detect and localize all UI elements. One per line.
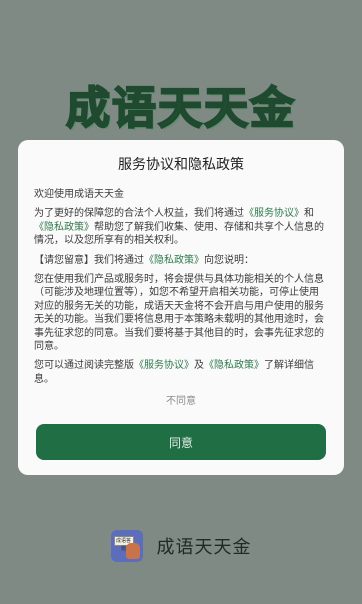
logo-character bbox=[125, 543, 140, 559]
intro-text-pre: 为了更好的保障您的合法个人权益，我们将通过 bbox=[34, 208, 244, 220]
intro-paragraph: 为了更好的保障您的合法个人权益，我们将通过《服务协议》和《隐私政策》帮助您了解我… bbox=[34, 207, 328, 247]
service-agreement-link-2[interactable]: 《服务协议》 bbox=[134, 360, 194, 371]
privacy-dialog: 服务协议和隐私政策 欢迎使用成语天天金 为了更好的保障您的合法个人权益，我们将通… bbox=[18, 140, 344, 475]
dialog-title: 服务协议和隐私政策 bbox=[118, 157, 244, 173]
agree-button[interactable]: 同意 bbox=[36, 424, 326, 460]
privacy-policy-link[interactable]: 《隐私政策》 bbox=[34, 222, 94, 233]
detail-paragraph: 您在使用我们产品或服务时，将会提供与具体功能相关的个人信息（可能涉及地理位置等）… bbox=[34, 274, 324, 353]
notice-paragraph: 【请您留意】我们将通过《隐私政策》向您说明： bbox=[34, 254, 328, 267]
read-more-pre: 您可以通过阅读完整版 bbox=[34, 360, 134, 372]
notice-text-pre: 【请您留意】我们将通过 bbox=[34, 254, 144, 266]
footer-brand: 成语答题 成语天天金 bbox=[0, 528, 362, 564]
welcome-text: 欢迎使用成语天天金 bbox=[34, 189, 124, 200]
read-more-mid: 及 bbox=[194, 360, 204, 372]
service-agreement-link[interactable]: 《服务协议》 bbox=[244, 208, 304, 219]
privacy-policy-link-3[interactable]: 《隐私政策》 bbox=[204, 360, 264, 371]
app-logo-icon: 成语答题 bbox=[110, 530, 143, 562]
privacy-policy-link-2[interactable]: 《隐私政策》 bbox=[144, 255, 204, 266]
read-more-paragraph: 您可以通过阅读完整版《服务协议》及《隐私政策》了解详细信息。 bbox=[34, 359, 328, 386]
decline-button[interactable]: 不同意 bbox=[34, 392, 328, 407]
app-title: 成语天天金 bbox=[65, 82, 296, 135]
notice-text-post: 向您说明： bbox=[204, 254, 254, 266]
footer-app-name: 成语天天金 bbox=[156, 537, 252, 558]
intro-and: 和 bbox=[304, 208, 314, 220]
